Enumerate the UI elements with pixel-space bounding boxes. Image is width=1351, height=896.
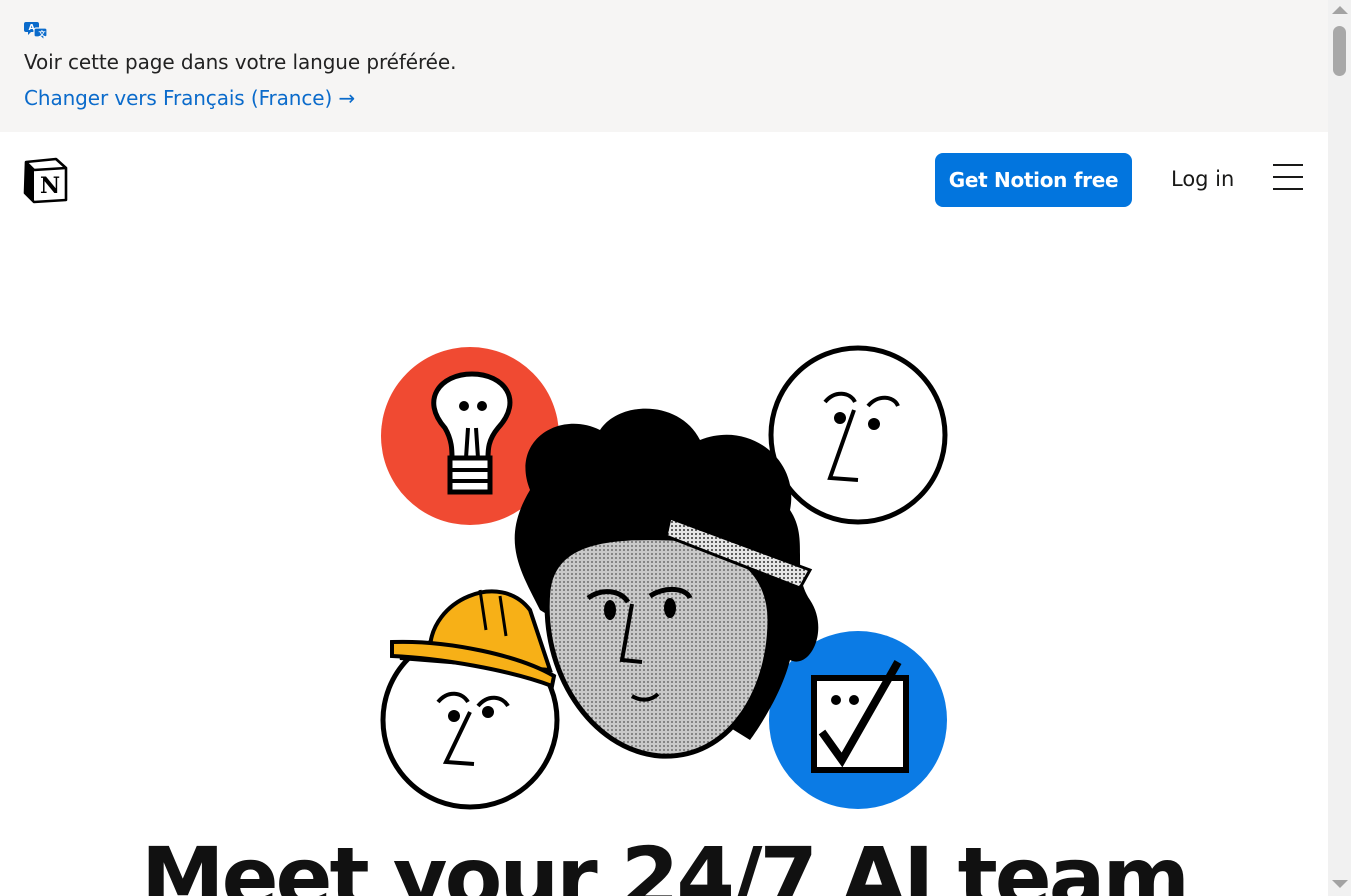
scroll-down-arrow-icon[interactable] xyxy=(1332,880,1348,888)
language-banner-message: Voir cette page dans votre langue préfér… xyxy=(24,50,457,74)
logo-letter: N xyxy=(40,173,60,199)
login-link[interactable]: Log in xyxy=(1171,167,1234,191)
vertical-scrollbar[interactable] xyxy=(1328,0,1351,896)
svg-text:文: 文 xyxy=(39,29,47,38)
translate-icon: A 文 xyxy=(24,22,48,40)
switch-language-link[interactable]: Changer vers Français (France) → xyxy=(24,86,355,110)
hardhat-avatar xyxy=(380,589,560,810)
top-navigation: N Get Notion free Log in xyxy=(0,132,1328,228)
face-avatar-top-right xyxy=(768,345,948,525)
get-notion-free-button[interactable]: Get Notion free xyxy=(935,153,1132,207)
svg-text:A: A xyxy=(29,23,36,32)
hero-illustration xyxy=(380,345,948,810)
scroll-up-arrow-icon[interactable] xyxy=(1332,6,1348,14)
language-banner: A 文 Voir cette page dans votre langue pr… xyxy=(0,0,1328,132)
notion-logo[interactable]: N xyxy=(22,156,70,204)
hamburger-menu-icon[interactable] xyxy=(1270,164,1306,196)
hero-headline: Meet your 24/7 AI team xyxy=(141,829,1190,896)
scrollbar-thumb[interactable] xyxy=(1333,26,1346,76)
